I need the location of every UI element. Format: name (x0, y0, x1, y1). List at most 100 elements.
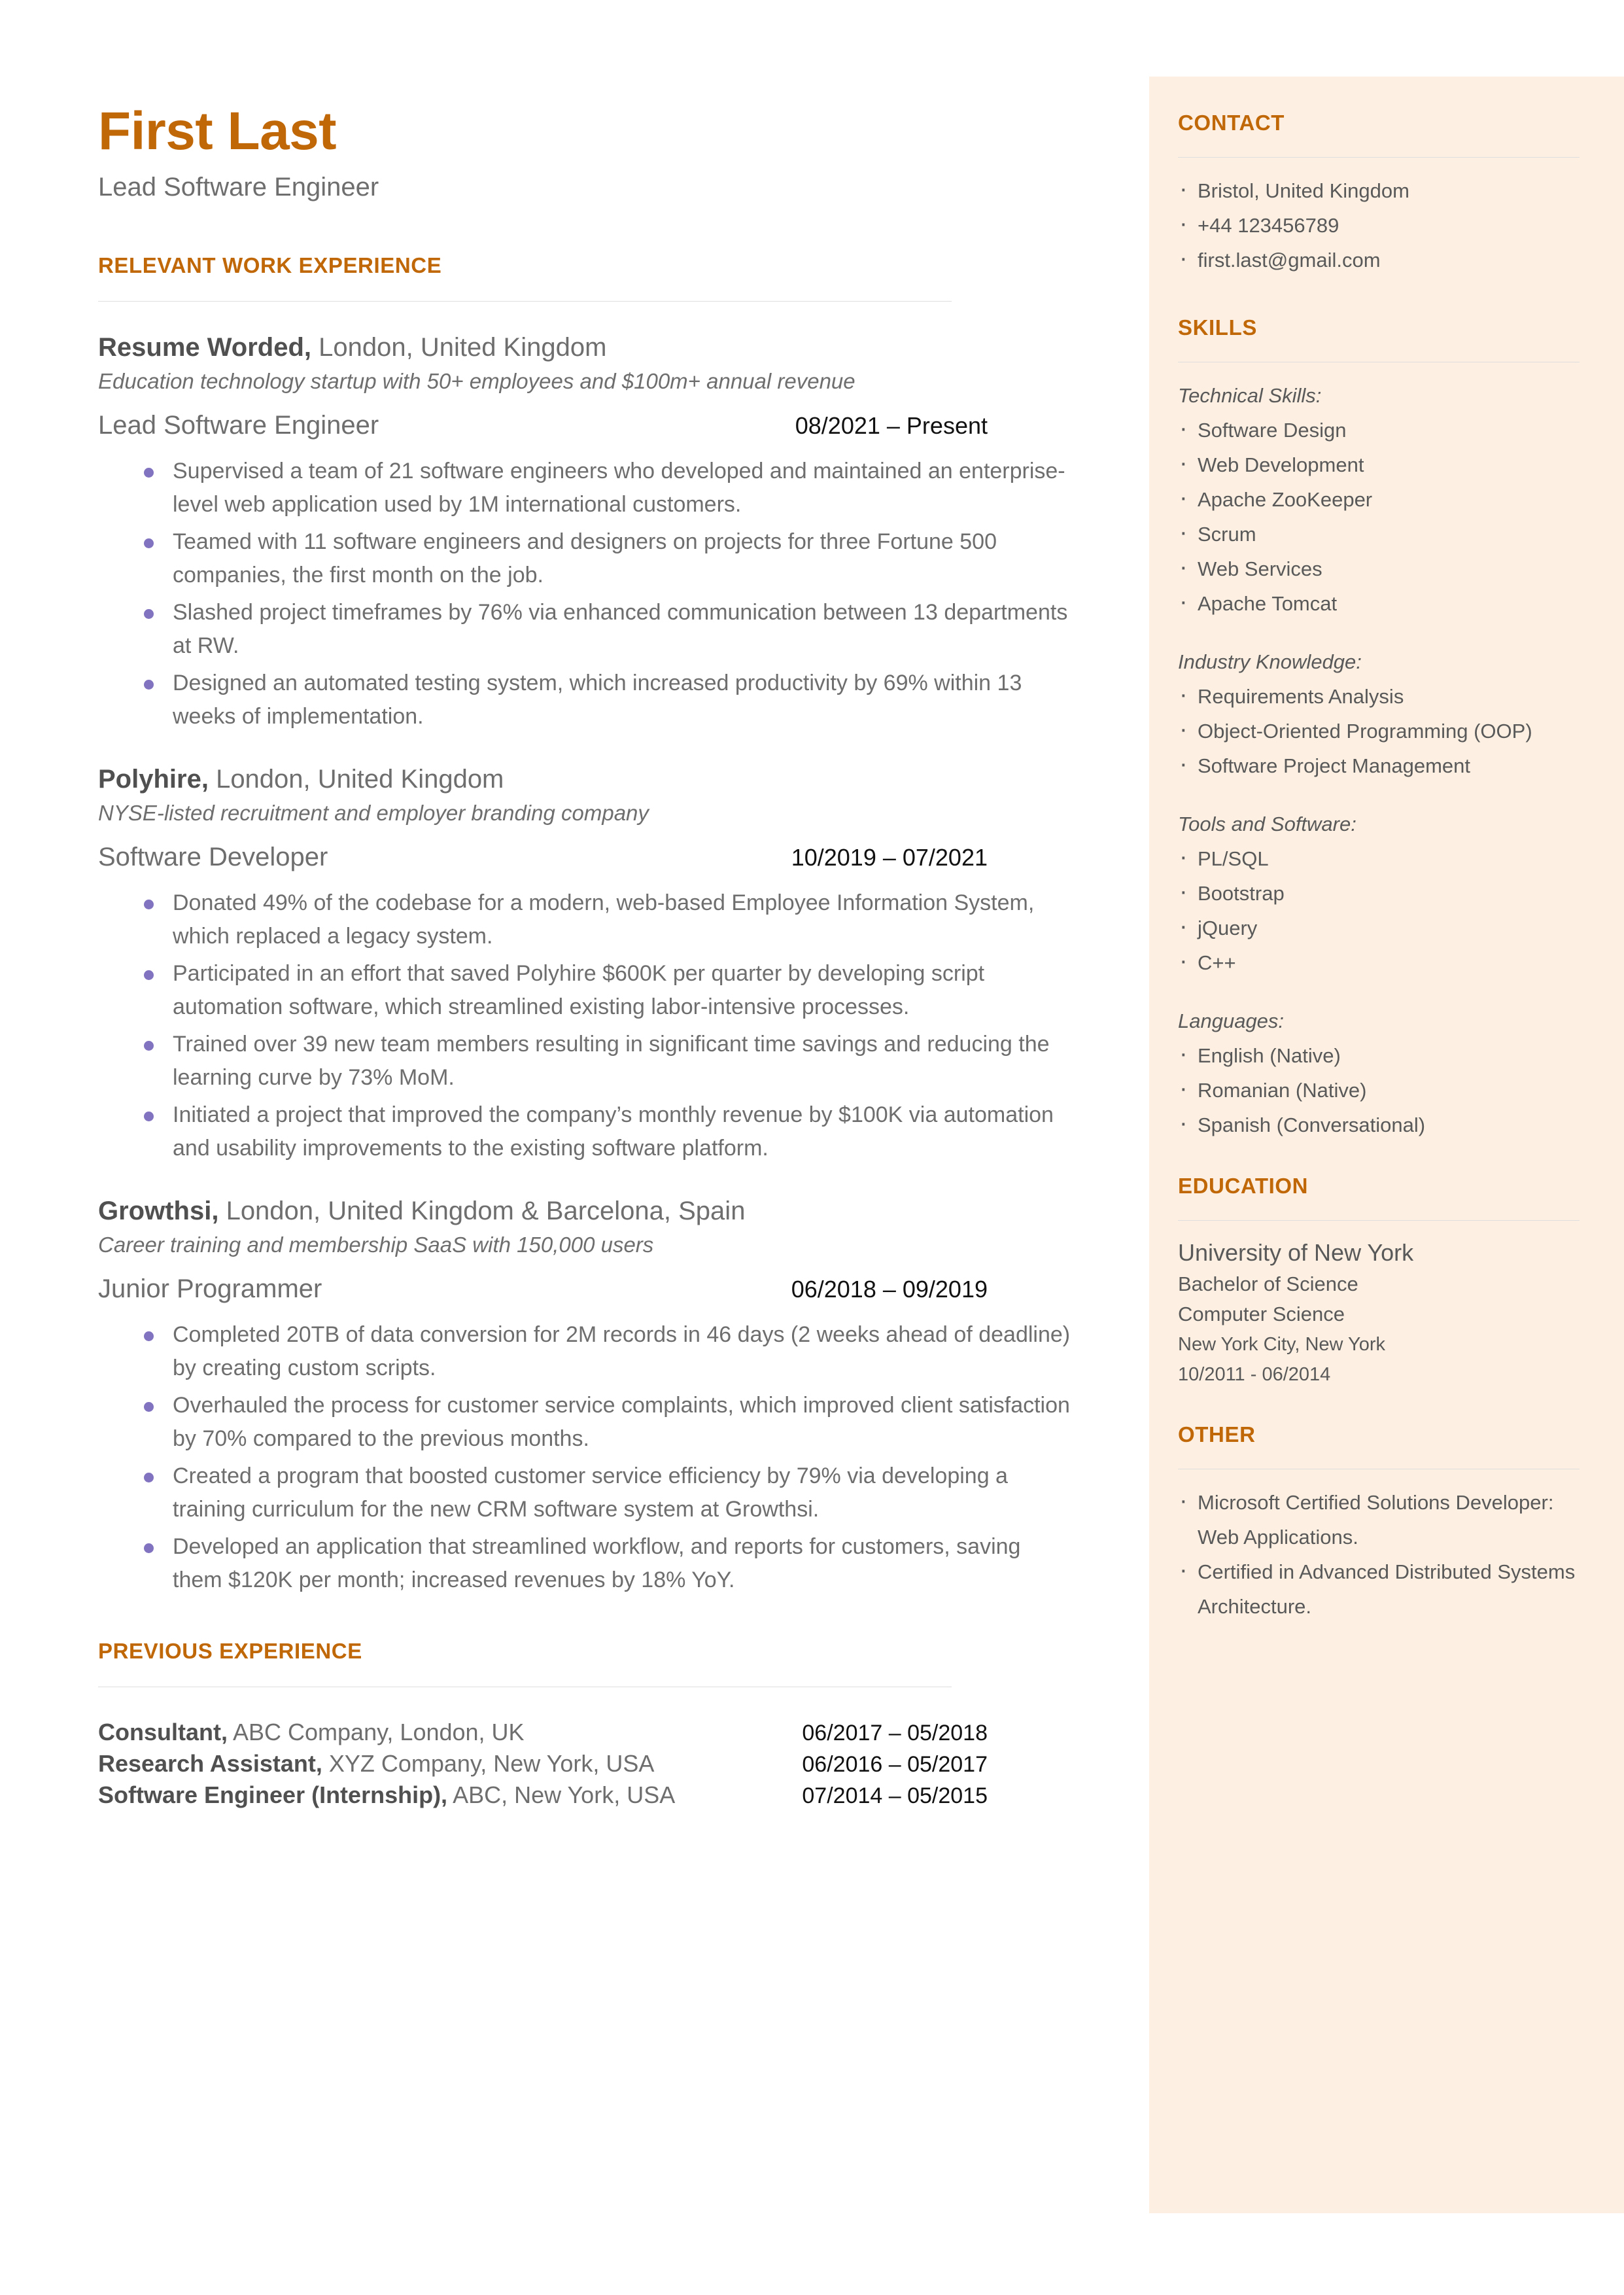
education-location: New York City, New York (1178, 1334, 1385, 1355)
job-bullet: Completed 20TB of data conversion for 2M… (98, 1318, 1075, 1385)
previous-role-detail: XYZ Company, New York, USA (322, 1750, 655, 1777)
job-company-name: Polyhire, (98, 765, 209, 794)
previous-role-detail: ABC, New York, USA (447, 1781, 676, 1808)
section-heading-previous-experience: PREVIOUS EXPERIENCE (98, 1639, 362, 1663)
job-bullet-list: Completed 20TB of data conversion for 2M… (98, 1318, 1125, 1597)
job-bullet: Overhauled the process for customer serv… (98, 1389, 1075, 1456)
skill-item: Bootstrap (1178, 875, 1580, 911)
job-entry: Growthsi, London, United Kingdom & Barce… (98, 1197, 1125, 1597)
previous-experience-row: Software Engineer (Internship), ABC, New… (98, 1781, 988, 1809)
job-company-tagline: NYSE-listed recruitment and employer bra… (98, 801, 649, 825)
job-bullet-list: Donated 49% of the codebase for a modern… (98, 886, 1125, 1165)
skill-item: Requirements Analysis (1178, 678, 1580, 714)
job-role-title: Software Developer (98, 843, 328, 871)
sidebar-other-heading: OTHER (1178, 1422, 1256, 1446)
skill-item: Web Services (1178, 550, 1580, 586)
sidebar-skills-heading: SKILLS (1178, 315, 1257, 340)
job-company-line: Resume Worded, London, United Kingdom (98, 333, 1125, 362)
previous-experience-row: Consultant, ABC Company, London, UK 06/2… (98, 1719, 988, 1746)
previous-role-dates: 06/2016 – 05/2017 (802, 1752, 988, 1777)
skill-item: Scrum (1178, 516, 1580, 552)
previous-role-title: Consultant, (98, 1719, 228, 1745)
job-role-title: Lead Software Engineer (98, 411, 379, 440)
skill-item: jQuery (1178, 909, 1580, 945)
job-company-tagline: Career training and membership SaaS with… (98, 1233, 654, 1257)
skills-group-label-industry: Industry Knowledge: (1178, 650, 1362, 673)
skill-item: C++ (1178, 944, 1580, 980)
job-role-row: Lead Software Engineer 08/2021 – Present (98, 411, 988, 440)
contact-location: Bristol, United Kingdom (1178, 172, 1580, 208)
resume-page: CONTACT Bristol, United Kingdom +44 1234… (0, 0, 1624, 2295)
job-dates: 06/2018 – 09/2019 (791, 1276, 988, 1303)
contact-email[interactable]: first.last@gmail.com (1178, 241, 1580, 277)
contact-phone[interactable]: +44 123456789 (1178, 207, 1580, 243)
previous-role-detail: ABC Company, London, UK (227, 1719, 525, 1745)
job-bullet: Supervised a team of 21 software enginee… (98, 455, 1075, 521)
previous-role-title: Software Engineer (Internship), (98, 1781, 448, 1808)
job-company-line: Polyhire, London, United Kingdom (98, 765, 1125, 794)
job-bullet: Designed an automated testing system, wh… (98, 667, 1075, 733)
other-list: Microsoft Certified Solutions Developer:… (1178, 1484, 1580, 1624)
education-field: Computer Science (1178, 1303, 1345, 1325)
job-company-line: Growthsi, London, United Kingdom & Barce… (98, 1197, 1125, 1226)
skill-item: Apache Tomcat (1178, 585, 1580, 621)
language-item: English (Native) (1178, 1037, 1580, 1073)
job-bullet: Donated 49% of the codebase for a modern… (98, 886, 1075, 953)
skill-item: PL/SQL (1178, 840, 1580, 876)
sidebar-education-heading: EDUCATION (1178, 1174, 1309, 1198)
certification-item: Certified in Advanced Distributed System… (1178, 1553, 1580, 1624)
section-heading-work-experience: RELEVANT WORK EXPERIENCE (98, 253, 442, 277)
skills-group-label-languages: Languages: (1178, 1009, 1285, 1032)
job-company-tagline: Education technology startup with 50+ em… (98, 369, 855, 393)
job-company-location: London, United Kingdom & Barcelona, Spai… (218, 1197, 746, 1225)
previous-role-dates: 07/2014 – 05/2015 (802, 1783, 988, 1808)
candidate-name: First Last (98, 101, 337, 161)
job-company-location: London, United Kingdom (208, 765, 504, 794)
sidebar-contact-heading: CONTACT (1178, 111, 1285, 135)
education-school: University of New York (1178, 1239, 1414, 1266)
candidate-title: Lead Software Engineer (98, 173, 379, 201)
job-role-row: Junior Programmer 06/2018 – 09/2019 (98, 1274, 988, 1304)
job-bullet: Participated in an effort that saved Pol… (98, 957, 1075, 1024)
job-bullet: Trained over 39 new team members resulti… (98, 1028, 1075, 1095)
job-bullet: Initiated a project that improved the co… (98, 1098, 1075, 1165)
job-bullet: Slashed project timeframes by 76% via en… (98, 596, 1075, 663)
skills-group-label-technical: Technical Skills: (1178, 384, 1322, 407)
main-column: First Last Lead Software Engineer RELEVA… (98, 105, 1125, 1813)
job-role-title: Junior Programmer (98, 1274, 322, 1303)
education-degree: Bachelor of Science (1178, 1272, 1358, 1295)
skills-list-technical: Software Design Web Development Apache Z… (1178, 412, 1580, 621)
skill-item: Software Project Management (1178, 747, 1580, 783)
job-entry: Resume Worded, London, United Kingdom Ed… (98, 333, 1125, 733)
job-company-name: Resume Worded, (98, 333, 311, 362)
contact-list: Bristol, United Kingdom +44 123456789 fi… (1178, 172, 1580, 277)
education-dates: 10/2011 - 06/2014 (1178, 1364, 1331, 1385)
skills-group-label-tools: Tools and Software: (1178, 813, 1356, 835)
skill-item: Web Development (1178, 446, 1580, 482)
job-bullet-list: Supervised a team of 21 software enginee… (98, 455, 1125, 733)
previous-experience-list: Consultant, ABC Company, London, UK 06/2… (98, 1719, 1125, 1809)
job-dates: 08/2021 – Present (795, 412, 988, 439)
job-bullet: Created a program that boosted customer … (98, 1460, 1075, 1526)
job-company-name: Growthsi, (98, 1197, 219, 1225)
previous-role-dates: 06/2017 – 05/2018 (802, 1721, 988, 1745)
skill-item: Apache ZooKeeper (1178, 481, 1580, 517)
previous-role-line: Software Engineer (Internship), ABC, New… (98, 1781, 675, 1809)
skills-list-tools: PL/SQL Bootstrap jQuery C++ (1178, 840, 1580, 980)
language-item: Spanish (Conversational) (1178, 1106, 1580, 1142)
previous-experience-row: Research Assistant, XYZ Company, New Yor… (98, 1750, 988, 1778)
skill-item: Object-Oriented Programming (OOP) (1178, 712, 1580, 748)
job-bullet: Developed an application that streamline… (98, 1530, 1075, 1597)
job-role-row: Software Developer 10/2019 – 07/2021 (98, 843, 988, 872)
previous-role-line: Research Assistant, XYZ Company, New Yor… (98, 1750, 654, 1778)
language-item: Romanian (Native) (1178, 1072, 1580, 1108)
job-company-location: London, United Kingdom (311, 333, 607, 362)
previous-role-line: Consultant, ABC Company, London, UK (98, 1719, 525, 1746)
sidebar: CONTACT Bristol, United Kingdom +44 1234… (1149, 77, 1624, 2213)
previous-role-title: Research Assistant, (98, 1750, 322, 1777)
skills-list-industry: Requirements Analysis Object-Oriented Pr… (1178, 678, 1580, 783)
skill-item: Software Design (1178, 412, 1580, 447)
certification-item: Microsoft Certified Solutions Developer:… (1178, 1484, 1580, 1554)
job-entry: Polyhire, London, United Kingdom NYSE-li… (98, 765, 1125, 1165)
job-bullet: Teamed with 11 software engineers and de… (98, 525, 1075, 592)
